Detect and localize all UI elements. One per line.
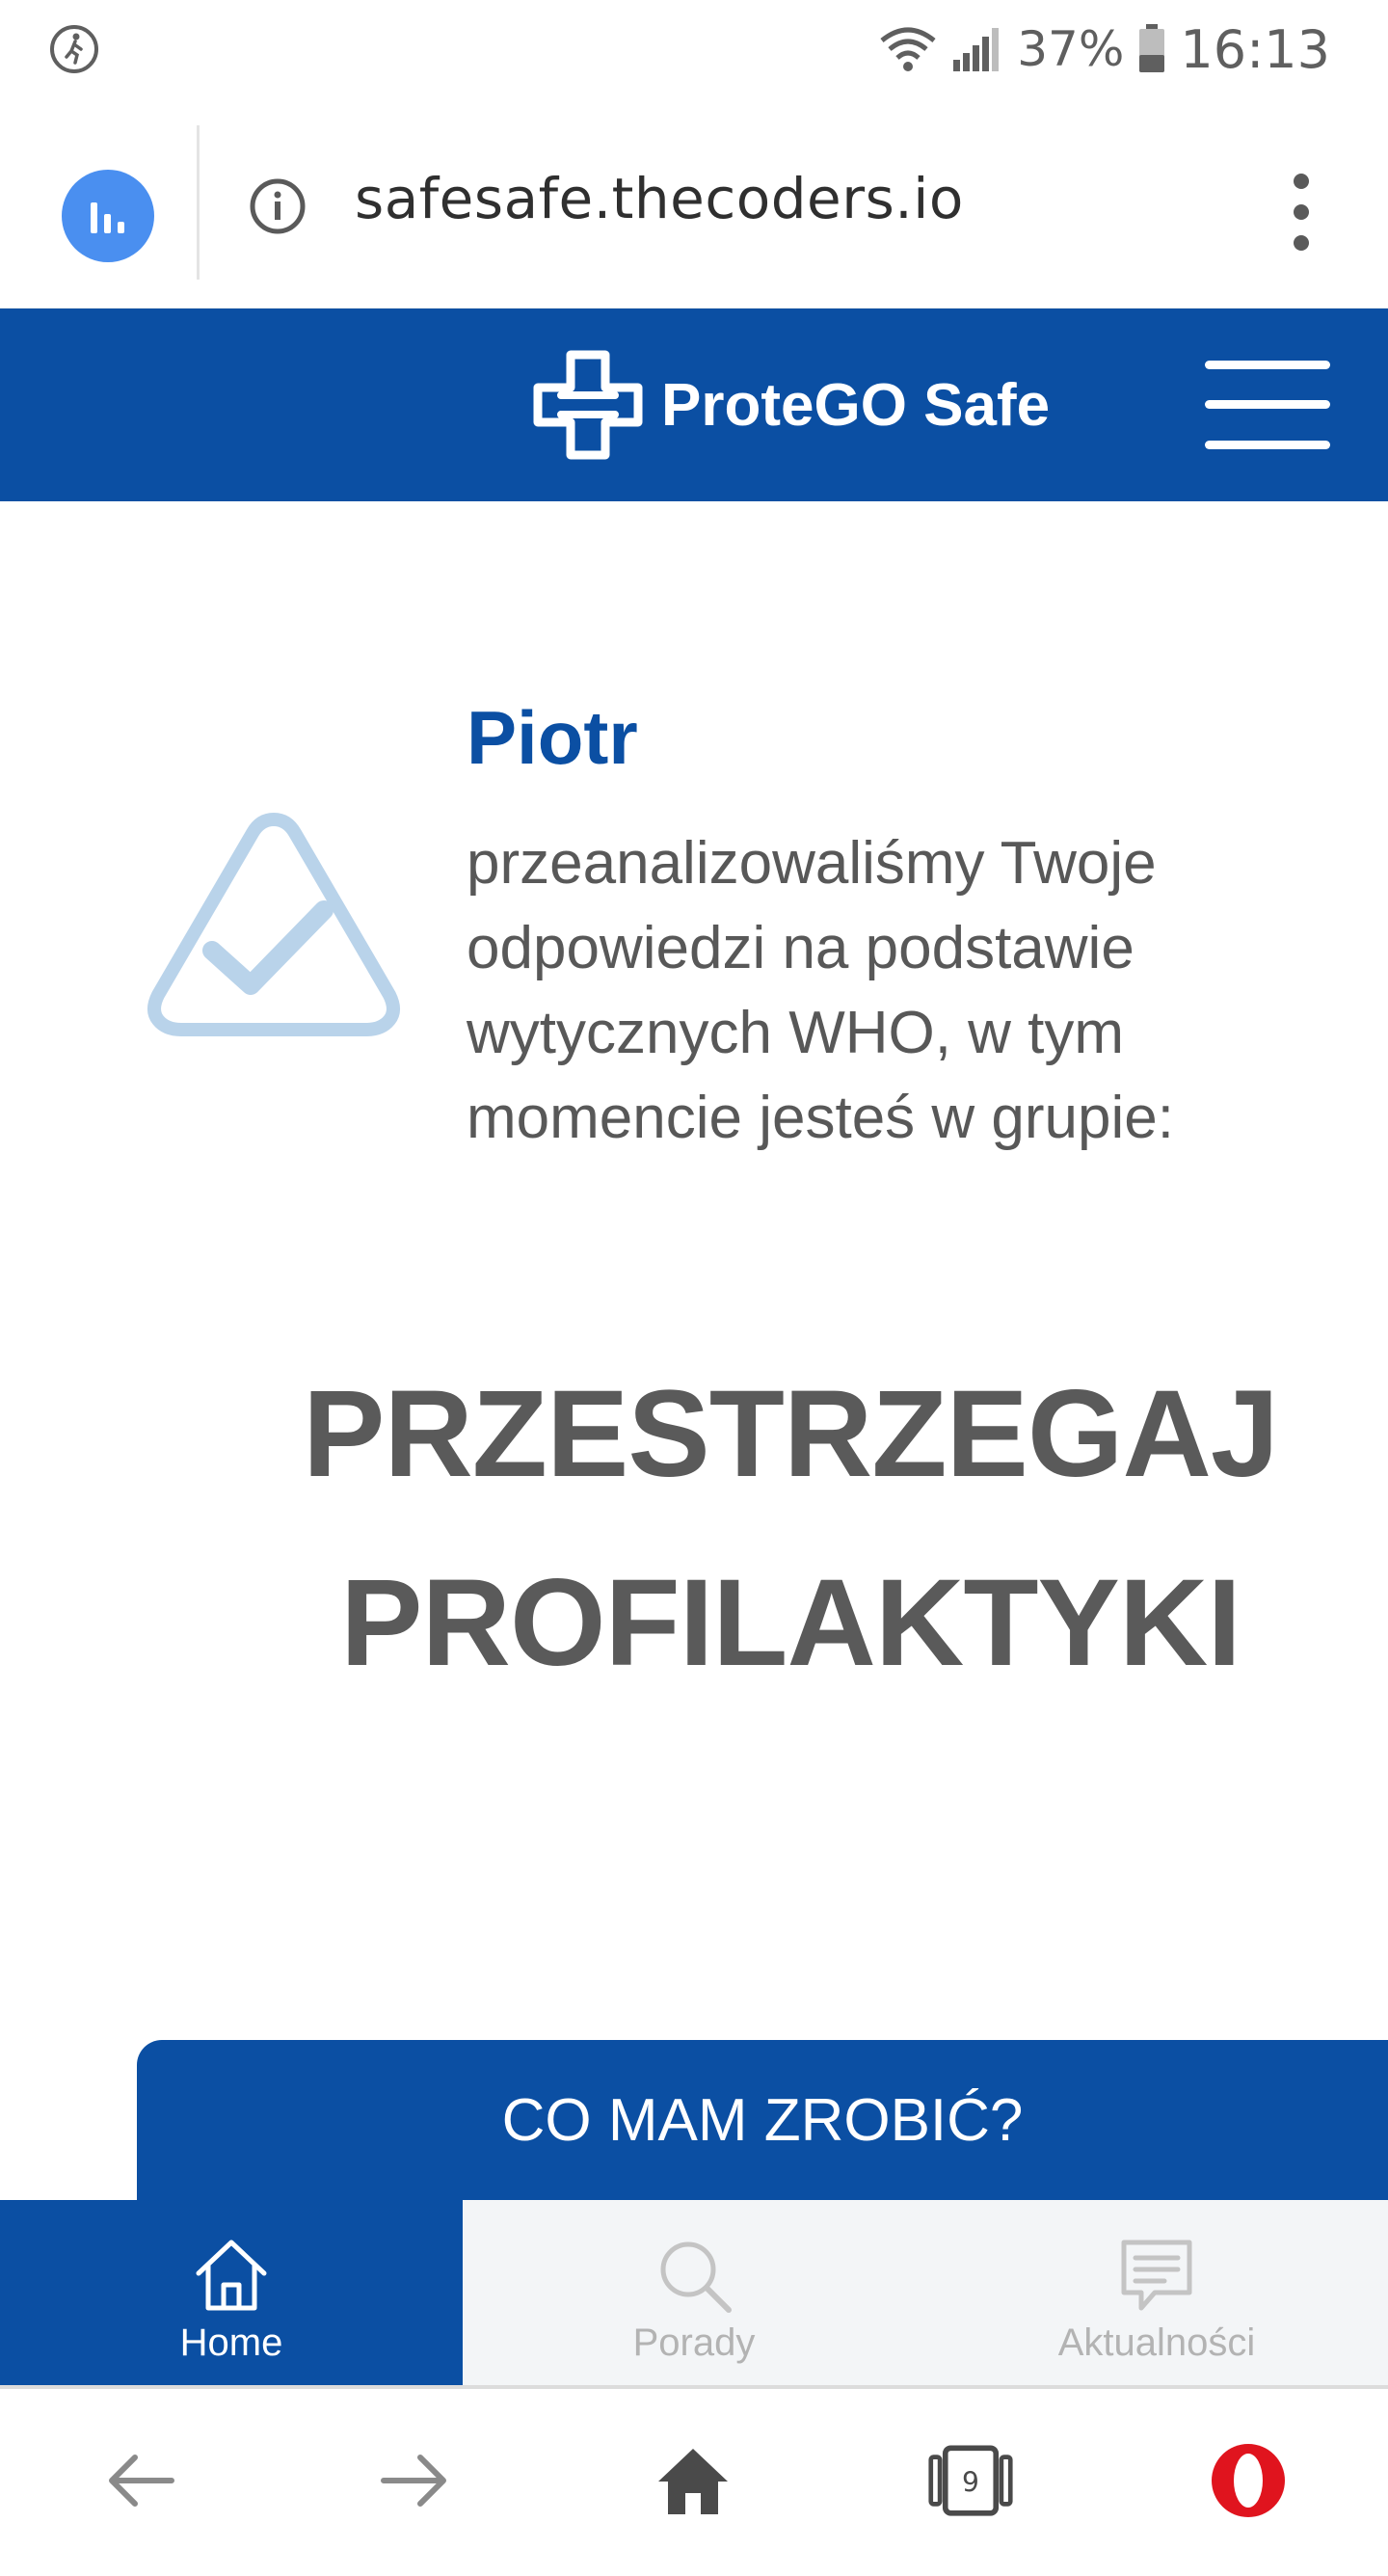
stats-button[interactable] <box>62 170 154 262</box>
result-message: przeanalizowaliśmy Twoje odpowiedzi na p… <box>467 830 1174 1151</box>
risk-group: PRZESTRZEGAJ PROFILAKTYKI <box>0 1340 1388 1718</box>
user-name: Piotr <box>467 695 638 780</box>
more-vert-icon[interactable] <box>1282 164 1321 260</box>
search-icon <box>660 2241 732 2313</box>
opera-menu-button[interactable] <box>1205 2437 1292 2524</box>
stats-icon <box>91 202 124 233</box>
status-bar: 37% 16:13 <box>0 0 1388 96</box>
what-to-do-button[interactable]: CO MAM ZROBIĆ? <box>137 2040 1388 2200</box>
opera-logo-icon <box>1212 2444 1285 2517</box>
tabs-button[interactable]: 9 <box>927 2437 1014 2524</box>
risk-group-line-1: PRZESTRZEGAJ <box>302 1365 1279 1503</box>
url-divider <box>197 125 200 280</box>
logo-text: ProteGO Safe <box>661 371 1051 439</box>
clock: 16:13 <box>1180 18 1330 80</box>
tab-aktualnosci[interactable]: Aktualności <box>925 2200 1388 2389</box>
news-icon <box>1121 2240 1192 2311</box>
tab-aktualnosci-label: Aktualności <box>1057 2321 1256 2364</box>
info-icon[interactable] <box>247 175 308 237</box>
tab-count: 9 <box>962 2466 979 2498</box>
triangle-check-icon <box>147 813 400 1036</box>
home-icon <box>196 2240 267 2311</box>
browser-bottom-bar: 9 <box>0 2389 1388 2576</box>
signal-icon <box>953 28 1000 71</box>
walking-person-icon <box>50 25 98 73</box>
status-indicators: 37% 16:13 <box>878 17 1330 81</box>
risk-group-line-2: PROFILAKTYKI <box>340 1554 1241 1692</box>
hamburger-menu-icon[interactable] <box>1205 361 1330 449</box>
tab-porady-label: Porady <box>632 2321 756 2364</box>
tab-porady[interactable]: Porady <box>463 2200 925 2389</box>
tabs-icon: 9 <box>928 2445 1013 2516</box>
logo[interactable]: ProteGO Safe <box>532 349 1050 461</box>
back-button[interactable] <box>96 2437 183 2524</box>
forward-button[interactable] <box>372 2437 459 2524</box>
forward-arrow-icon <box>381 2455 446 2507</box>
battery-icon <box>1139 24 1165 72</box>
back-arrow-icon <box>109 2455 174 2507</box>
tab-home-label: Home <box>179 2321 283 2364</box>
home-button[interactable] <box>650 2437 736 2524</box>
tab-home[interactable]: Home <box>0 2200 463 2389</box>
bottom-tab-nav: Home Porady Aktualności <box>0 2200 1388 2389</box>
battery-percent: 37% <box>1017 21 1125 77</box>
browser-url-bar: safesafe.thecoders.io <box>0 96 1388 309</box>
wifi-icon <box>880 27 936 71</box>
url-field[interactable]: safesafe.thecoders.io <box>355 166 964 231</box>
site-header: ProteGO Safe <box>0 309 1388 501</box>
protego-logo-icon <box>533 350 643 460</box>
home-icon <box>658 2449 728 2514</box>
